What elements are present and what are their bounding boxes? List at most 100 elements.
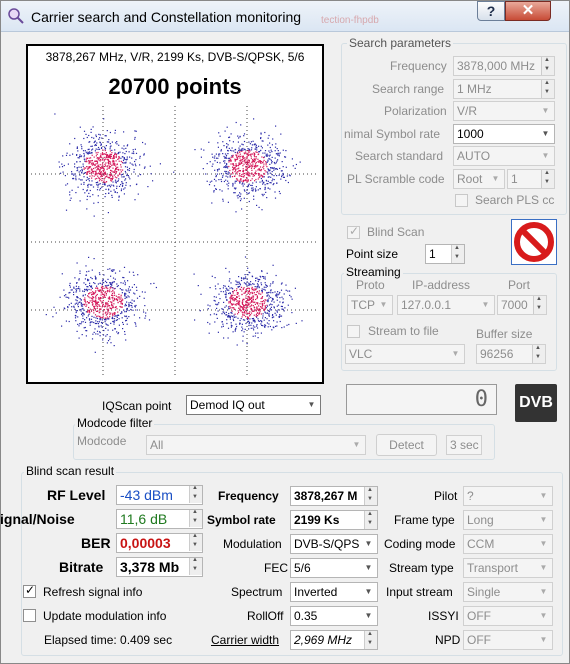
pilot-combo[interactable]: ? ▼: [463, 486, 553, 506]
refresh-signal-checkbox[interactable]: ✓: [23, 583, 36, 598]
constellation-point: [269, 158, 271, 160]
iqscan-combo[interactable]: Demod IQ out ▼: [186, 395, 321, 415]
constellation-point: [200, 156, 202, 158]
chevron-down-icon: ▼: [539, 635, 548, 644]
search-pls-checkbox[interactable]: [455, 194, 468, 207]
constellation-point: [143, 167, 146, 169]
result-symbol-rate-spinbox[interactable]: 2199 Ks: [290, 510, 378, 530]
constellation-point: [114, 176, 116, 178]
rolloff-value: 0.35: [294, 609, 318, 623]
rolloff-combo[interactable]: 0.35 ▼: [290, 606, 378, 626]
polarization-combo[interactable]: V/R ▼: [453, 101, 555, 121]
constellation-point: [292, 165, 294, 167]
spectrum-combo[interactable]: Inverted ▼: [290, 582, 378, 602]
proto-combo[interactable]: TCP ▼: [347, 295, 393, 315]
constellation-point: [120, 184, 122, 186]
frequency-spinbox[interactable]: 3878,000 MHz: [453, 56, 555, 76]
constellation-point: [209, 181, 211, 183]
constellation-point: [251, 275, 253, 277]
fec-combo[interactable]: 5/6 ▼: [290, 558, 378, 578]
constellation-point: [241, 148, 243, 150]
constellation-point: [118, 293, 120, 295]
constellation-point: [86, 271, 88, 273]
close-button[interactable]: ✕: [505, 1, 551, 21]
constellation-point: [235, 290, 238, 292]
constellation-point: [278, 293, 280, 295]
constellation-point: [246, 189, 248, 191]
player-value: VLC: [349, 347, 373, 361]
constellation-point: [250, 141, 252, 143]
constellation-point: [260, 149, 262, 151]
constellation-point: [261, 324, 263, 326]
constellation-point: [275, 314, 277, 316]
npd-combo[interactable]: OFF ▼: [463, 630, 553, 650]
constellation-point: [236, 296, 239, 298]
pl-scramble-spinbox[interactable]: 1: [507, 169, 555, 189]
constellation-point: [251, 286, 253, 288]
constellation-point: [237, 304, 239, 306]
constellation-point: [236, 155, 238, 157]
update-modulation-checkbox[interactable]: [23, 609, 36, 622]
stream-type-combo[interactable]: Transport ▼: [463, 558, 553, 578]
constellation-point: [116, 192, 118, 194]
constellation-point: [264, 282, 266, 284]
blind-scan-checkbox[interactable]: ✓: [347, 224, 360, 239]
constellation-point: [223, 155, 225, 158]
constellation-point: [101, 178, 103, 180]
constellation-point: [125, 311, 127, 313]
issyi-combo[interactable]: OFF ▼: [463, 606, 553, 626]
player-combo[interactable]: VLC ▼: [345, 344, 465, 364]
constellation-point: [264, 307, 266, 309]
port-spinbox[interactable]: 7000: [497, 295, 547, 315]
constellation-point: [240, 288, 242, 291]
symbol-rate-combo[interactable]: 1000 ▼: [453, 124, 555, 144]
constellation-point: [256, 327, 259, 329]
search-standard-combo[interactable]: AUTO ▼: [453, 146, 555, 166]
constellation-point: [88, 256, 90, 258]
carrier-width-spinbox[interactable]: 2,969 MHz: [290, 630, 378, 650]
constellation-point: [95, 304, 97, 306]
pl-scramble-combo[interactable]: Root ▼: [453, 169, 505, 189]
constellation-point: [124, 331, 126, 333]
constellation-point: [264, 184, 266, 186]
constellation-point: [255, 332, 257, 334]
constellation-point: [97, 289, 99, 291]
constellation-point: [268, 314, 270, 316]
help-button[interactable]: ?: [477, 1, 505, 21]
carrier-width-label[interactable]: Carrier width: [211, 633, 279, 647]
input-stream-combo[interactable]: Single ▼: [463, 582, 553, 602]
frame-type-label: Frame type: [394, 513, 455, 527]
constellation-point: [247, 179, 249, 181]
buffer-size-spinbox[interactable]: 96256: [476, 344, 546, 364]
constellation-point: [65, 296, 67, 298]
constellation-point: [114, 132, 116, 134]
modulation-combo[interactable]: DVB-S/QPS ▼: [290, 534, 378, 554]
constellation-point: [238, 137, 240, 139]
constellation-point: [228, 161, 230, 163]
constellation-point: [255, 314, 257, 316]
constellation-point: [149, 165, 151, 167]
frame-type-combo[interactable]: Long ▼: [463, 510, 553, 530]
constellation-point: [232, 288, 234, 290]
modcode-combo[interactable]: All ▼: [146, 435, 366, 455]
constellation-point: [238, 162, 240, 164]
constellation-point: [272, 326, 274, 328]
constellation-point: [113, 174, 115, 176]
constellation-point: [225, 305, 227, 307]
point-size-spinbox[interactable]: 1: [425, 244, 465, 264]
constellation-point: [89, 161, 91, 163]
ip-address-combo[interactable]: 127.0.0.1 ▼: [397, 295, 495, 315]
constellation-point: [239, 322, 241, 324]
coding-mode-combo[interactable]: CCM ▼: [463, 534, 553, 554]
stop-button[interactable]: [511, 219, 557, 265]
constellation-point: [265, 325, 267, 327]
bitrate-field: 3,378 Mb: [116, 557, 203, 577]
seconds-spinbox[interactable]: 3 sec: [446, 435, 482, 455]
constellation-point: [104, 285, 106, 287]
constellation-point: [253, 195, 255, 197]
result-frequency-spinbox[interactable]: 3878,267 M: [290, 486, 378, 506]
stream-to-file-checkbox[interactable]: [347, 325, 360, 338]
detect-button[interactable]: Detect: [376, 434, 437, 456]
search-range-spinbox[interactable]: 1 MHz: [453, 79, 555, 99]
constellation-point: [82, 307, 84, 310]
